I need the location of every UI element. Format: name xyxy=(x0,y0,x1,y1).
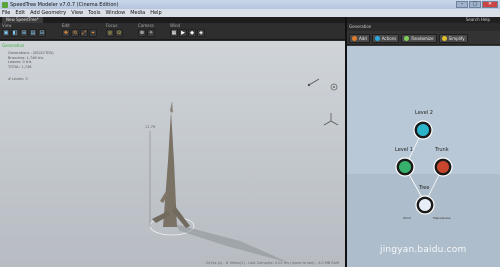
close-button[interactable]: ✕ xyxy=(482,1,498,8)
wind-indicator xyxy=(307,78,320,87)
stats-line: Generations : (SELECTED) xyxy=(8,51,54,55)
window-title: SpeedTree Modeler v7.0.7 (Cinema Edition… xyxy=(10,1,119,8)
stats-line: TOTAL: 1,748 xyxy=(8,64,32,69)
simplify-icon xyxy=(441,36,447,41)
wind-button[interactable]: ▦ xyxy=(170,29,178,37)
generation-toolbar: Add Actions Randomize Simplify xyxy=(347,31,500,45)
editor-pane: New SpeedTree* View ▣ ◧ ⊞ ▤ ⊟ Edit ✥ ⟲ ⤢… xyxy=(0,17,345,267)
node-label-level-2: Level 2 xyxy=(415,110,433,116)
minimize-button[interactable]: – xyxy=(456,1,468,8)
add-icon xyxy=(352,36,357,41)
toolbar-group-label: View xyxy=(2,23,12,28)
menu-bar: File Edit Add Geometry View Tools Window… xyxy=(0,9,500,17)
selection-label: Generation xyxy=(2,43,25,48)
menu-file[interactable]: File xyxy=(2,10,10,16)
add-button[interactable]: Add xyxy=(349,34,370,43)
randomize-label: Randomize xyxy=(411,36,434,41)
actions-button[interactable]: Actions xyxy=(371,34,400,43)
menu-add-geometry[interactable]: Add Geometry xyxy=(30,10,66,16)
node-sublabel-wind: Wind xyxy=(403,216,411,220)
node-trunk[interactable] xyxy=(433,157,453,177)
pivot-button[interactable]: ⌖ xyxy=(89,29,97,37)
panel-header: Generation xyxy=(347,23,500,31)
move-button[interactable]: ✥ xyxy=(62,29,70,37)
3d-viewport[interactable]: Generation Generations : (SELECTED) Bran… xyxy=(0,41,345,267)
toolbar-group-label: Edit xyxy=(62,23,70,28)
node-label-trunk: Trunk xyxy=(435,147,449,153)
randomize-button[interactable]: Randomize xyxy=(401,34,437,43)
node-label-level-1: Level 1 xyxy=(395,147,413,153)
actions-icon xyxy=(374,36,380,41)
node-level-2[interactable] xyxy=(413,120,433,140)
menu-view[interactable]: View xyxy=(71,10,83,16)
title-bar: SpeedTree Modeler v7.0.7 (Cinema Edition… xyxy=(0,0,500,9)
menu-window[interactable]: Window xyxy=(105,10,125,16)
menu-tools[interactable]: Tools xyxy=(88,10,100,16)
toolbar: View ▣ ◧ ⊞ ▤ ⊟ Edit ✥ ⟲ ⤢ ⌖ Focus ◎ ⊙ Ca… xyxy=(0,23,345,40)
play-button[interactable]: ▶ xyxy=(179,29,187,37)
node-label-tree: Tree xyxy=(419,185,430,191)
menu-edit[interactable]: Edit xyxy=(15,10,25,16)
node-tree[interactable] xyxy=(415,195,435,215)
camera-button[interactable]: ✧ xyxy=(147,29,155,37)
window-controls: – □ ✕ xyxy=(456,1,498,8)
randomize-icon xyxy=(404,36,410,41)
view-button[interactable]: ◧ xyxy=(11,29,19,37)
maximize-button[interactable]: □ xyxy=(469,1,481,8)
view-button[interactable]: ▣ xyxy=(2,29,10,37)
toolbar-group-label: Wind xyxy=(170,23,181,28)
node-sublabel-maps: Maps/Grass xyxy=(433,216,451,220)
toolbar-group-label: Focus xyxy=(106,23,118,28)
light-icon xyxy=(330,83,338,91)
graph-canvas xyxy=(395,120,453,215)
wind-button[interactable]: ◈ xyxy=(197,29,205,37)
add-label: Add xyxy=(359,36,367,41)
menu-media[interactable]: Media xyxy=(130,10,145,16)
stats-overlay: Generations : (SELECTED) Branches: 1,748… xyxy=(8,51,54,69)
height-label: 11.7ft xyxy=(145,125,156,129)
focus-selected-button[interactable]: ⊙ xyxy=(115,29,123,37)
tree-shadow xyxy=(175,224,290,263)
toolbar-group-wind: Wind ▦ ▶ ◆ ◈ xyxy=(170,24,205,39)
simplify-button[interactable]: Simplify xyxy=(438,34,468,43)
wind-button[interactable]: ◆ xyxy=(188,29,196,37)
axis-gizmo-icon xyxy=(323,113,339,126)
view-button[interactable]: ⊞ xyxy=(20,29,28,37)
simplify-label: Simplify xyxy=(448,36,465,41)
toolbar-group-edit: Edit ✥ ⟲ ⤢ ⌖ xyxy=(62,24,97,39)
watermark: jingyan.baidu.com xyxy=(380,245,467,255)
view-button[interactable]: ⊟ xyxy=(38,29,46,37)
camera-button[interactable]: ⊚ xyxy=(138,29,146,37)
generation-graph[interactable]: Level 2 Level 1 Trunk Tree Wind Maps/Gra… xyxy=(347,46,500,267)
lod-label: # Levels: 3 xyxy=(8,77,28,81)
tree-scene xyxy=(149,78,339,263)
menu-help[interactable]: Help xyxy=(150,10,161,16)
rotate-button[interactable]: ⟲ xyxy=(71,29,79,37)
view-button[interactable]: ▤ xyxy=(29,29,37,37)
viewport-status: 24 fps (s) - # Views(1) - Last Compute: … xyxy=(205,261,339,265)
app-icon xyxy=(2,1,8,8)
tree-top xyxy=(170,101,173,113)
toolbar-group-focus: Focus ◎ ⊙ xyxy=(106,24,123,39)
node-level-1[interactable] xyxy=(395,157,415,177)
toolbar-group-camera: Camera ⊚ ✧ xyxy=(138,24,155,39)
panel-title: Generation xyxy=(349,24,372,29)
toolbar-group-label: Camera xyxy=(138,23,154,28)
scale-button[interactable]: ⤢ xyxy=(80,29,88,37)
generation-panel: Search Help Generation Add Actions Rando… xyxy=(347,17,500,267)
toolbar-group-view: View ▣ ◧ ⊞ ▤ ⊟ xyxy=(2,24,46,39)
focus-button[interactable]: ◎ xyxy=(106,29,114,37)
actions-label: Actions xyxy=(381,36,397,41)
